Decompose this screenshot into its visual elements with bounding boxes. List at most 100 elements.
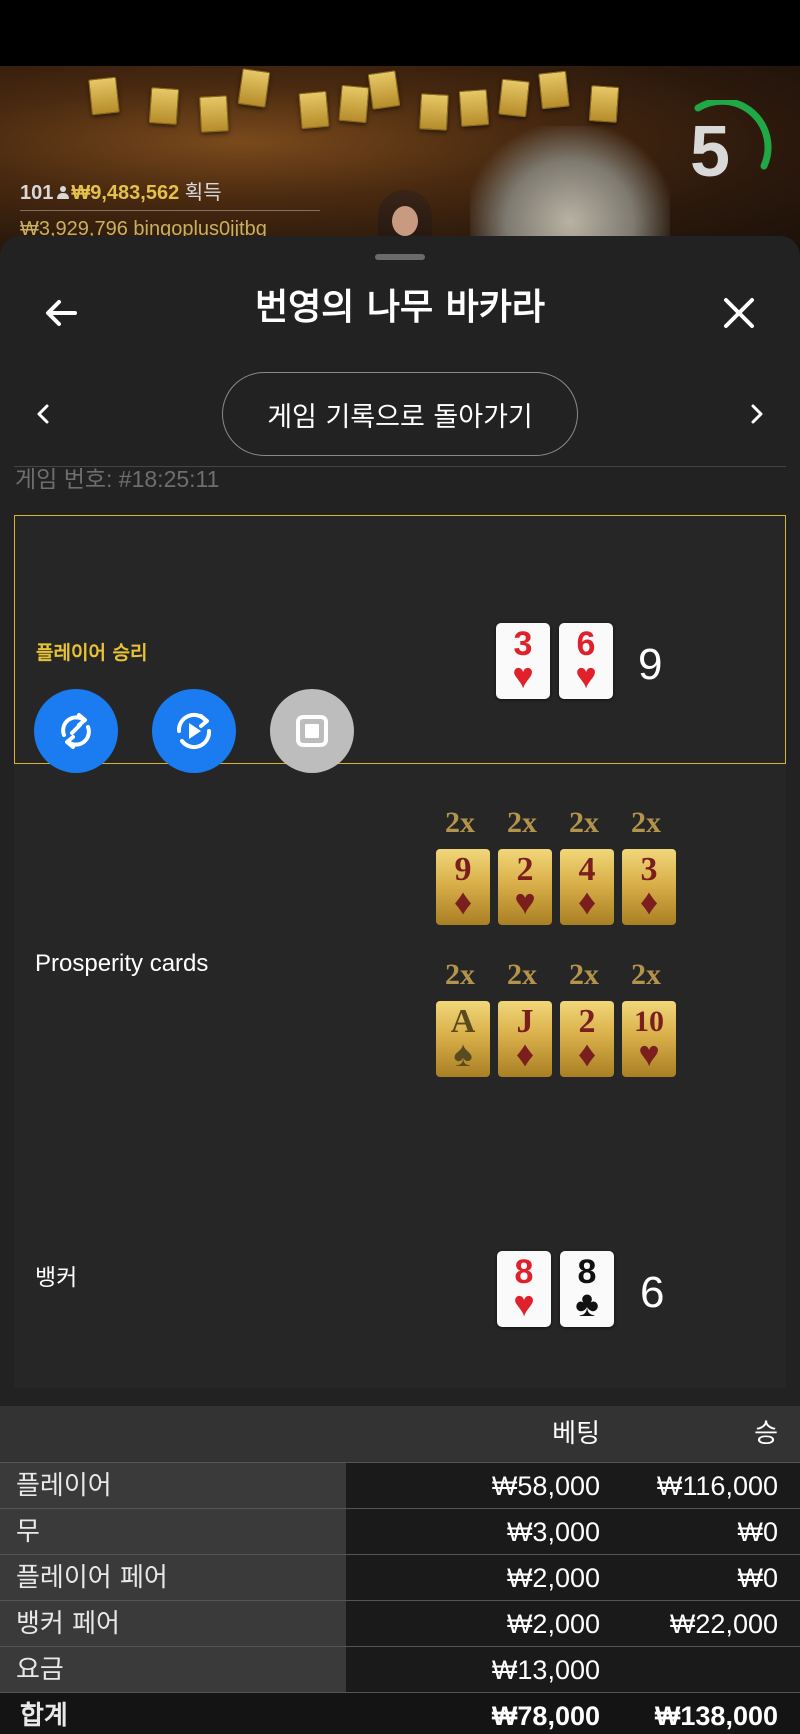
- diamond-icon: ♦: [577, 1034, 597, 1074]
- prosperity-card: 10 ♥: [622, 1001, 676, 1077]
- hanging-plaque: [199, 95, 229, 133]
- multiplier: 2x: [507, 806, 537, 839]
- bet-amount: ₩58,000: [491, 1471, 600, 1501]
- stop-icon: [296, 715, 328, 747]
- replay-icon: [176, 712, 212, 750]
- win-column-header: 승: [754, 1419, 778, 1449]
- arrow-left-icon: [46, 300, 77, 326]
- table-row: 플레이어 페어 ₩2,000 ₩0: [0, 1554, 800, 1600]
- table-row: 요금 ₩13,000: [0, 1646, 800, 1692]
- table-row: 무 ₩3,000 ₩0: [0, 1508, 800, 1554]
- prev-game-button[interactable]: [24, 394, 64, 434]
- prosperity-card: 3 ♦: [622, 849, 676, 925]
- person-icon: [57, 186, 70, 200]
- hanging-plaque: [338, 84, 370, 124]
- player-card: 6 ♥: [559, 623, 613, 699]
- diamond-icon: ♦: [453, 882, 473, 922]
- diamond-icon: ♦: [577, 882, 597, 922]
- bet-type: 요금: [0, 1647, 346, 1692]
- rotate-button[interactable]: [34, 689, 118, 773]
- multiplier: 2x: [569, 806, 599, 839]
- heart-icon: ♥: [513, 1283, 535, 1324]
- bet-amount: ₩13,000: [491, 1655, 600, 1685]
- bet-type: 뱅커 페어: [0, 1601, 346, 1646]
- diamond-icon: ♦: [639, 882, 659, 922]
- timer-count: 5: [689, 112, 731, 192]
- multiplier: 2x: [445, 958, 475, 991]
- row-values: ₩13,000: [346, 1647, 800, 1692]
- prosperity-card: J ♦: [498, 1001, 552, 1077]
- club-icon: ♣: [575, 1283, 599, 1324]
- row-values: ₩2,000 ₩22,000: [346, 1601, 800, 1646]
- close-button[interactable]: [714, 288, 764, 338]
- bet-table: 베팅 승 플레이어 ₩58,000 ₩116,000 무 ₩3,000 ₩0 플…: [0, 1406, 800, 1734]
- win-amount: ₩22,000: [669, 1609, 778, 1639]
- bet-amount: ₩3,000: [506, 1517, 600, 1547]
- chevron-left-icon: [37, 404, 49, 424]
- player-win-label: 플레이어 승리: [36, 642, 148, 664]
- hanging-plaque: [367, 70, 401, 110]
- diamond-icon: ♦: [515, 1034, 535, 1074]
- bet-amount: ₩2,000: [506, 1609, 600, 1639]
- ticker-divider: [20, 210, 320, 211]
- hanging-plaque: [538, 70, 570, 110]
- stop-button[interactable]: [270, 689, 354, 773]
- back-button[interactable]: [36, 288, 86, 338]
- total-bet: ₩78,000: [491, 1701, 600, 1731]
- player-card: 3 ♥: [496, 623, 550, 699]
- row-values: ₩58,000 ₩116,000: [346, 1463, 800, 1508]
- prosperity-card: 2 ♦: [560, 1001, 614, 1077]
- back-to-history-button[interactable]: 게임 기록으로 돌아가기: [222, 372, 578, 456]
- game-result-sheet: 번영의 나무 바카라 게임 기록으로 돌아가기 게임 번호: #18:25:11…: [0, 236, 800, 1734]
- heart-icon: ♥: [575, 655, 597, 696]
- win-amount: ₩116,000: [656, 1471, 778, 1501]
- table-row: 플레이어 ₩58,000 ₩116,000: [0, 1462, 800, 1508]
- row-values: ₩78,000 ₩138,000: [346, 1693, 800, 1734]
- replay-button[interactable]: [152, 689, 236, 773]
- hanging-plaque: [237, 68, 271, 108]
- prosperity-card: 9 ♦: [436, 849, 490, 925]
- round-timer: 5: [668, 97, 772, 204]
- multiplier: 2x: [507, 958, 537, 991]
- winners-count: 101: [20, 182, 54, 204]
- multiplier: 2x: [445, 806, 475, 839]
- winners-ticker: 101 ₩9,483,562 획득: [20, 176, 222, 205]
- hanging-plaque: [588, 85, 620, 123]
- winners-amount: ₩9,483,562: [71, 182, 180, 204]
- prosperity-card: 2 ♥: [498, 849, 552, 925]
- next-game-button[interactable]: [736, 394, 776, 434]
- table-row: 뱅커 페어 ₩2,000 ₩22,000: [0, 1600, 800, 1646]
- bet-column-header: 베팅: [552, 1419, 600, 1449]
- player-total: 9: [638, 640, 663, 689]
- multiplier: 2x: [631, 958, 661, 991]
- page-title: 번영의 나무 바카라: [254, 287, 546, 328]
- multiplier: 2x: [569, 958, 599, 991]
- total-row: 합계 ₩78,000 ₩138,000: [0, 1692, 800, 1734]
- banker-card: 8 ♥: [497, 1251, 551, 1327]
- prosperity-card: A ♠: [436, 1001, 490, 1077]
- heart-icon: ♥: [514, 882, 536, 922]
- hanging-plaque: [148, 87, 180, 125]
- banker-total: 6: [640, 1268, 665, 1317]
- bet-type: 플레이어: [0, 1463, 346, 1508]
- total-label: 합계: [0, 1693, 346, 1734]
- spade-icon: ♠: [453, 1034, 473, 1074]
- hanging-plaque: [458, 89, 490, 127]
- banker-label: 뱅커: [35, 1265, 78, 1291]
- prosperity-card: 4 ♦: [560, 849, 614, 925]
- hanging-plaque: [298, 90, 330, 130]
- chevron-right-icon: [751, 404, 763, 424]
- hanging-plaque: [88, 76, 120, 116]
- heart-icon: ♥: [638, 1034, 660, 1074]
- status-bar: [0, 0, 800, 66]
- drag-handle[interactable]: [375, 254, 425, 260]
- total-win: ₩138,000: [654, 1701, 778, 1731]
- bet-type: 플레이어 페어: [0, 1555, 346, 1600]
- row-values: ₩2,000 ₩0: [346, 1555, 800, 1600]
- winners-suffix: 획득: [184, 182, 222, 204]
- hanging-plaque: [498, 78, 530, 118]
- bet-table-header: 베팅 승: [0, 1406, 800, 1462]
- close-icon: [724, 298, 754, 328]
- hanging-plaque: [419, 93, 449, 131]
- banker-card: 8 ♣: [560, 1251, 614, 1327]
